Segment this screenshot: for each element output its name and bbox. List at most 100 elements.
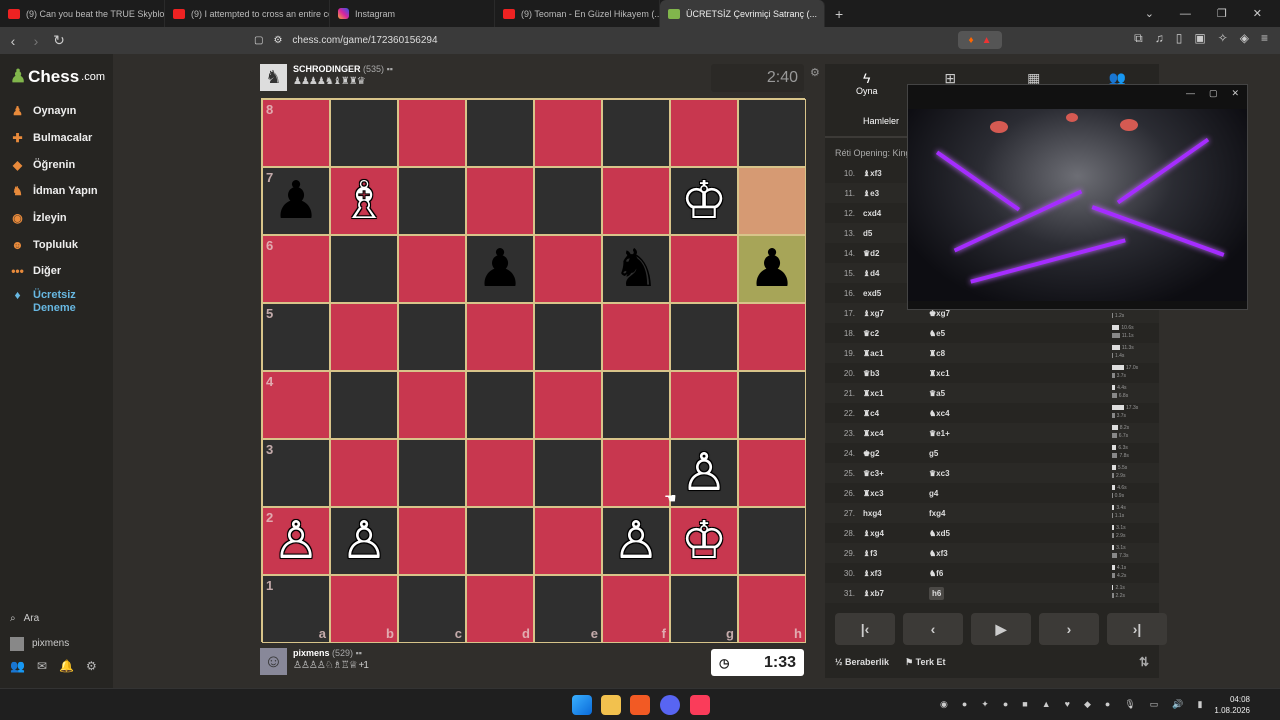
vpn-icon[interactable]: ◈ [1240, 31, 1249, 46]
mail-icon[interactable]: ✉ [37, 659, 47, 673]
square-d5[interactable] [466, 303, 534, 371]
square-e2[interactable] [534, 507, 602, 575]
url-field[interactable]: ▢ ⚙ chess.com/game/172360156294 [254, 30, 1004, 51]
square-e7[interactable] [534, 167, 602, 235]
square-b4[interactable] [330, 371, 398, 439]
leo-icon[interactable]: ✧ [1218, 31, 1228, 46]
new-tab-button[interactable]: + [825, 6, 853, 22]
url-text[interactable]: chess.com/game/172360156294 [292, 35, 437, 46]
white-move[interactable]: ♝f3 [863, 549, 929, 558]
tray-app-icon[interactable]: ♥ [1065, 699, 1070, 710]
square-b5[interactable] [330, 303, 398, 371]
square-g6[interactable] [670, 235, 738, 303]
extensions-icon[interactable]: ⧉ [1134, 31, 1143, 46]
square-h7[interactable] [738, 167, 806, 235]
next-move-button[interactable]: › [1039, 613, 1099, 645]
square-e1[interactable]: e [534, 575, 602, 643]
tray-app-icon[interactable]: ● [1003, 699, 1008, 710]
white-move[interactable]: ♝xf3 [863, 569, 929, 578]
square-c5[interactable] [398, 303, 466, 371]
sidebar-item-5[interactable]: ☻ Topluluk [10, 231, 110, 258]
black-piece[interactable]: ♟ [739, 236, 805, 302]
square-g8[interactable] [670, 99, 738, 167]
white-move[interactable]: ♜xc4 [863, 429, 929, 438]
square-b7[interactable]: ♗ [330, 167, 398, 235]
white-move[interactable]: ♛c3+ [863, 469, 929, 478]
square-g7[interactable]: ♔ [670, 167, 738, 235]
square-h6[interactable]: ♟ [738, 235, 806, 303]
brave-shield-button[interactable]: ♦ ▲ [958, 31, 1002, 49]
black-move[interactable]: ♞xf3 [929, 549, 1019, 558]
white-move[interactable]: ♜c4 [863, 409, 929, 418]
square-a2[interactable]: 2 ♙ [262, 507, 330, 575]
square-e6[interactable] [534, 235, 602, 303]
square-h3[interactable] [738, 439, 806, 507]
tray-app-icon[interactable]: ✦ [981, 699, 989, 710]
search-link[interactable]: ⌕ Ara [10, 606, 110, 631]
forward-icon[interactable]: › [26, 33, 46, 49]
tray-app-icon[interactable]: ◉ [940, 699, 948, 710]
player-avatar[interactable]: ☺ [260, 648, 287, 675]
last-move-button[interactable]: ›| [1107, 613, 1167, 645]
square-f3[interactable] [602, 439, 670, 507]
media-icon[interactable]: ♫ [1155, 31, 1164, 46]
tray-app-icon[interactable]: ● [1105, 699, 1110, 710]
black-move[interactable]: ♛e1+ [929, 429, 1019, 438]
pip-restore-icon[interactable]: ▢ [1209, 88, 1218, 99]
square-a7[interactable]: 7 ♟ [262, 167, 330, 235]
white-move[interactable]: ♚g2 [863, 449, 929, 458]
square-a4[interactable]: 4 [262, 371, 330, 439]
pip-close-icon[interactable]: ✕ [1231, 88, 1239, 99]
tray-app-icon[interactable]: ■ [1022, 699, 1027, 710]
square-h5[interactable] [738, 303, 806, 371]
square-b1[interactable]: b [330, 575, 398, 643]
square-e4[interactable] [534, 371, 602, 439]
prev-move-button[interactable]: ‹ [903, 613, 963, 645]
square-f6[interactable]: ♞ [602, 235, 670, 303]
square-d6[interactable]: ♟ [466, 235, 534, 303]
tab-search-icon[interactable]: ⌄ [1145, 7, 1154, 20]
square-c7[interactable] [398, 167, 466, 235]
sidebar-item-0[interactable]: ♟ Oynayın [10, 98, 110, 125]
black-piece[interactable]: ♞ [603, 236, 669, 302]
black-move[interactable]: g4 [929, 489, 1019, 498]
site-info-icon[interactable]: ⚙ [273, 35, 282, 46]
sidebar-item-6[interactable]: ••• Diğer [10, 258, 110, 285]
menu-icon[interactable]: ≡ [1261, 31, 1268, 46]
opponent-avatar[interactable]: ♞ [260, 64, 287, 91]
square-h8[interactable] [738, 99, 806, 167]
sidebar-item-3[interactable]: ♞ İdman Yapın [10, 178, 110, 205]
white-move[interactable]: ♛b3 [863, 369, 929, 378]
sidebar-item-4[interactable]: ◉ İzleyin [10, 205, 110, 232]
friends-icon[interactable]: 👥 [10, 659, 25, 673]
black-piece[interactable]: ♟ [263, 168, 329, 234]
start-icon[interactable] [572, 695, 592, 715]
square-b6[interactable] [330, 235, 398, 303]
square-g2[interactable]: ♔ [670, 507, 738, 575]
square-b3[interactable] [330, 439, 398, 507]
black-move[interactable]: g5 [929, 449, 1019, 458]
browser-tab[interactable]: (9) I attempted to cross an entire co... [165, 0, 330, 27]
square-b8[interactable] [330, 99, 398, 167]
draw-button[interactable]: ½ Beraberlik [835, 657, 889, 667]
battery-icon[interactable]: ▮ [1198, 699, 1203, 710]
square-d8[interactable] [466, 99, 534, 167]
square-f7[interactable] [602, 167, 670, 235]
browser-tab[interactable]: Instagram [330, 0, 495, 27]
white-move[interactable]: ♜xc3 [863, 489, 929, 498]
black-move[interactable]: ♞f6 [929, 569, 1019, 578]
flip-board-icon[interactable]: ⇅ [1139, 655, 1149, 669]
minimize-button[interactable]: — [1180, 8, 1191, 20]
square-d1[interactable]: d [466, 575, 534, 643]
discord-icon[interactable] [660, 695, 680, 715]
reload-icon[interactable]: ↻ [49, 32, 69, 49]
white-move[interactable]: ♝xb7 [863, 589, 929, 598]
black-move[interactable]: ♞e5 [929, 329, 1019, 338]
black-move[interactable]: ♜c8 [929, 349, 1019, 358]
square-c1[interactable]: c [398, 575, 466, 643]
first-move-button[interactable]: |‹ [835, 613, 895, 645]
square-f8[interactable] [602, 99, 670, 167]
opening-name[interactable]: Réti Opening: King... [835, 148, 918, 158]
browser-tab[interactable]: (9) Can you beat the TRUE Skyblock? [0, 0, 165, 27]
pip-video-window[interactable]: — ▢ ✕ [907, 84, 1248, 310]
